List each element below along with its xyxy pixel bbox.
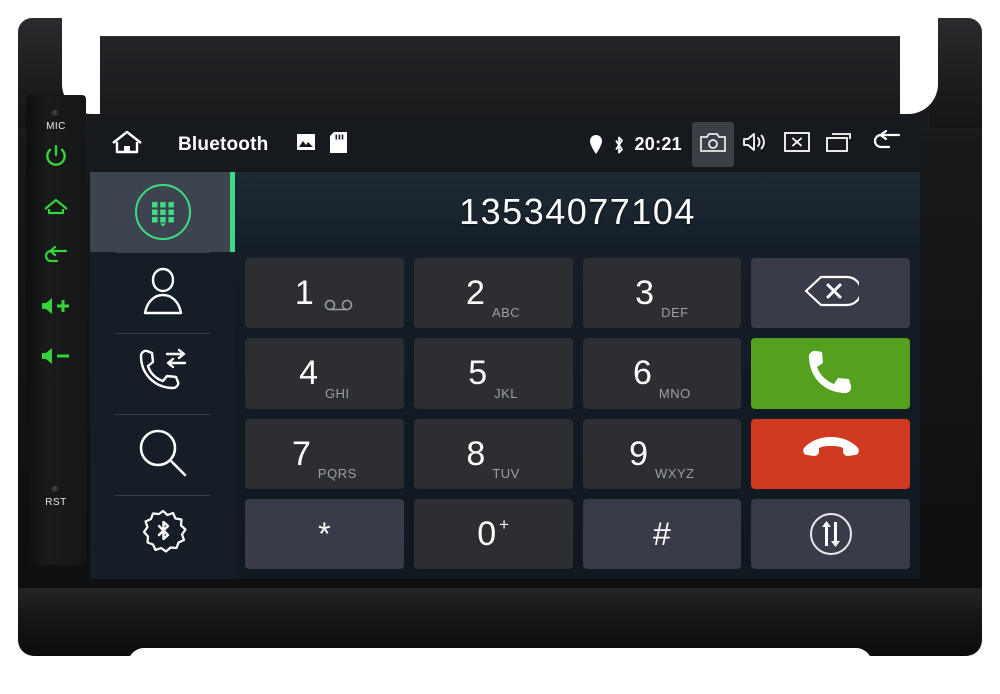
device-bottom-notch <box>128 648 872 682</box>
key-digit: 7 <box>291 434 311 473</box>
key-digit: 3 <box>635 274 655 313</box>
key-digit: 5 <box>468 354 488 393</box>
key-letters: MNO <box>658 385 691 401</box>
bluetooth-icon <box>612 135 626 155</box>
picture-icon[interactable] <box>296 133 316 156</box>
key-5[interactable]: 5 JKL <box>413 338 573 409</box>
sidebar-item-bluetooth-settings[interactable] <box>90 496 235 576</box>
page-title: Bluetooth <box>178 133 269 155</box>
bluetooth-dialer-screen: 13534077104 1 2 ABC 3 DEF 4 GHI 5 JKL 6 … <box>90 172 920 579</box>
hangup-icon <box>802 434 859 473</box>
sd-card-icon[interactable] <box>330 131 348 158</box>
audio-swap-icon <box>809 512 852 555</box>
bluetooth-gear-icon <box>137 508 189 565</box>
dialpad-icon <box>134 184 191 240</box>
hardware-button-strip: MIC RST <box>26 95 86 565</box>
key-letters: JKL <box>494 385 519 401</box>
magnifier-icon <box>136 426 190 485</box>
call-transfer-icon <box>135 346 191 403</box>
key-8[interactable]: 8 TUV <box>413 418 573 489</box>
close-box-icon <box>784 132 810 157</box>
speaker-icon <box>742 131 768 158</box>
backspace-button[interactable] <box>751 258 910 329</box>
volume-button[interactable] <box>734 122 776 167</box>
volume-down-button[interactable] <box>26 345 86 372</box>
sidebar-item-call-history[interactable] <box>90 334 235 414</box>
statusbar-home-button[interactable] <box>110 128 144 161</box>
voicemail-icon <box>324 298 354 316</box>
mic-label: MIC <box>46 121 66 132</box>
key-letters: GHI <box>325 385 350 401</box>
power-button[interactable] <box>26 143 86 169</box>
audio-transfer-button[interactable] <box>751 498 910 569</box>
recents-icon <box>826 132 852 158</box>
status-bar: Bluetooth 20:21 <box>90 117 920 172</box>
key-letters: PQRS <box>317 465 357 481</box>
volume-up-button[interactable] <box>26 295 86 322</box>
key-digit: 2 <box>466 274 485 313</box>
key-digit: 6 <box>632 354 652 393</box>
key-0[interactable]: 0 + <box>413 498 573 569</box>
touchscreen: Bluetooth 20:21 13534077104 1 2 ABC 3 DE… <box>90 117 920 579</box>
hangup-button[interactable] <box>751 418 910 489</box>
key-6[interactable]: 6 MNO <box>582 338 742 409</box>
key-3[interactable]: 3 DEF <box>582 258 742 329</box>
recents-button[interactable] <box>818 122 860 167</box>
dialed-number: 13534077104 <box>459 191 696 232</box>
key-star[interactable]: * <box>245 498 404 569</box>
location-pin-icon <box>589 135 603 154</box>
key-digit: 1 <box>294 274 314 313</box>
dialpad-keys: 1 2 ABC 3 DEF 4 GHI 5 JKL 6 MNO 7 PQRS 8… <box>235 252 920 579</box>
home-button[interactable] <box>26 195 86 219</box>
car-head-unit: MIC RST Bluetooth 20:21 13534077104 1 2 … <box>0 0 1000 694</box>
sidebar-item-search[interactable] <box>90 415 235 495</box>
key-4[interactable]: 4 GHI <box>245 338 404 409</box>
key-7[interactable]: 7 PQRS <box>245 418 404 489</box>
key-digit: 9 <box>629 434 649 473</box>
key-digit: 0 <box>477 514 497 553</box>
key-2[interactable]: 2 ABC <box>413 258 573 329</box>
back-button-screen[interactable] <box>860 122 912 167</box>
key-9[interactable]: 9 WXYZ <box>582 418 742 489</box>
key-digit: # <box>652 515 671 552</box>
mic-hole <box>51 109 60 118</box>
back-arrow-icon <box>869 129 903 159</box>
contact-person-icon <box>138 265 188 322</box>
call-icon <box>805 345 857 402</box>
key-1[interactable]: 1 <box>245 258 404 329</box>
key-digit: 8 <box>466 434 486 473</box>
key-letters: ABC <box>491 305 521 321</box>
reset-label: RST <box>45 497 67 508</box>
home-icon <box>110 128 144 161</box>
key-letters: DEF <box>661 305 689 321</box>
key-letters: WXYZ <box>655 465 695 481</box>
dialed-number-display[interactable]: 13534077104 <box>235 172 920 252</box>
backspace-icon <box>803 274 862 313</box>
sidebar-item-contacts[interactable] <box>90 253 235 333</box>
clock: 20:21 <box>634 134 682 154</box>
back-button[interactable] <box>26 245 86 267</box>
device-bottom-lip <box>18 588 982 656</box>
bezel-cut-right <box>900 18 938 114</box>
call-button[interactable] <box>751 338 910 409</box>
key-hash[interactable]: # <box>582 498 742 569</box>
reset-hole[interactable] <box>51 485 60 494</box>
key-digit: 4 <box>299 354 319 393</box>
dialer-sidebar <box>90 172 235 579</box>
key-plus: + <box>499 514 510 534</box>
screenshot-button[interactable] <box>692 122 734 167</box>
sidebar-item-dialpad[interactable] <box>90 172 235 252</box>
camera-icon <box>700 132 726 158</box>
key-digit: * <box>318 515 331 552</box>
close-button[interactable] <box>776 122 818 167</box>
key-letters: TUV <box>492 465 520 481</box>
